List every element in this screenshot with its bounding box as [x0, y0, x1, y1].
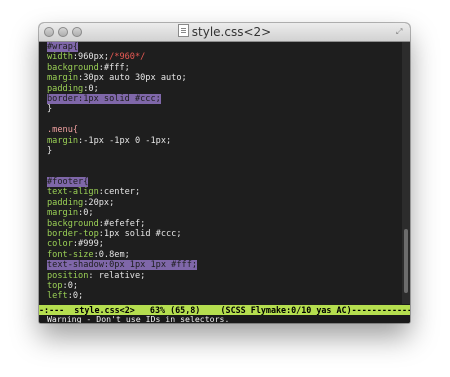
code-editor[interactable]: #wrap{width:960px;/*960*/background:#fff… [39, 42, 402, 321]
minibuffer-message: Warning - Don't use IDs in selectors. [39, 315, 410, 323]
code-token: margin [47, 73, 79, 84]
code-token: width [47, 52, 73, 63]
code-line[interactable]: position: relative; [47, 271, 402, 281]
code-line[interactable] [47, 115, 402, 125]
code-token: :1px solid #ccc; [78, 93, 161, 104]
code-token: : relative; [88, 270, 146, 281]
code-token: text-align [47, 187, 99, 198]
code-token: :#fff; [98, 62, 130, 73]
code-line[interactable]: .menu{ [47, 125, 402, 135]
code-line[interactable]: padding:0; [47, 84, 402, 94]
code-token: padding [47, 197, 84, 208]
code-token: margin [47, 135, 79, 146]
code-token: color [47, 239, 73, 250]
code-token: margin [47, 208, 79, 219]
code-token: :0; [62, 280, 79, 291]
title-bar[interactable]: style.css<2> ⤢ [39, 23, 410, 42]
code-token: border [47, 93, 79, 104]
code-line[interactable]: top:0; [47, 281, 402, 291]
code-line[interactable]: left:0; [47, 291, 402, 301]
code-token: :-1px -1px 0 -1px; [78, 135, 172, 146]
code-token: padding [47, 83, 84, 94]
code-line[interactable]: margin:-1px -1px 0 -1px; [47, 136, 402, 146]
code-token: position [47, 270, 89, 281]
code-line[interactable]: border:1px solid #ccc; [47, 93, 402, 104]
code-line[interactable]: padding:20px; [47, 198, 402, 208]
code-token: } [47, 145, 53, 156]
code-line[interactable]: } [47, 146, 402, 156]
code-line[interactable]: } [47, 104, 402, 114]
code-line[interactable]: text-align:center; [47, 187, 402, 197]
code-token: font-size [47, 249, 94, 260]
code-token: :0.8em; [93, 249, 130, 260]
code-token: :960px; [72, 52, 110, 63]
code-token: :30px auto 30px auto; [78, 73, 187, 84]
code-line[interactable]: #footer{ [47, 177, 402, 188]
code-token: { [83, 177, 89, 188]
code-token: :0; [67, 291, 84, 302]
code-token: } [47, 104, 53, 115]
code-line[interactable] [47, 167, 402, 177]
code-token: /*960*/ [109, 52, 146, 63]
code-line[interactable]: width:960px;/*960*/ [47, 52, 402, 62]
fullscreen-icon[interactable]: ⤢ [396, 27, 405, 36]
code-line[interactable]: margin:30px auto 30px auto; [47, 73, 402, 83]
code-line[interactable]: background:#efefef; [47, 219, 402, 229]
code-token: { [72, 42, 79, 52]
code-line[interactable]: #wrap{ [47, 42, 402, 52]
code-line[interactable]: margin:0; [47, 208, 402, 218]
code-token: background [47, 218, 99, 229]
code-token: :center; [98, 187, 141, 198]
window-title-area: style.css<2> [39, 24, 410, 40]
code-token: background [47, 62, 99, 73]
code-token: :1px solid #ccc; [98, 229, 182, 240]
code-token: border-top [47, 229, 99, 240]
code-line[interactable] [47, 156, 402, 166]
code-token: :#efefef; [98, 218, 146, 229]
code-token: :20px; [83, 197, 115, 208]
code-token: :0; [78, 208, 94, 219]
code-token: :0; [83, 83, 99, 94]
code-token: top [47, 280, 63, 291]
code-line[interactable]: text-shadow:0px 1px 1px #fff; [47, 260, 402, 271]
code-line[interactable]: border-top:1px solid #ccc; [47, 229, 402, 239]
document-icon [177, 24, 189, 37]
code-token: left [47, 291, 68, 302]
code-line[interactable]: background:#fff; [47, 63, 402, 73]
code-token: :#999; [72, 239, 104, 250]
code-line[interactable]: color:#999; [47, 239, 402, 249]
code-token: .menu{ [47, 125, 79, 136]
code-token: #wrap [47, 42, 73, 52]
emacs-window: style.css<2> ⤢ #wrap{width:960px;/*960*/… [39, 23, 410, 323]
code-token: #footer [47, 177, 84, 188]
window-title: style.css<2> [191, 25, 272, 39]
scrollbar[interactable] [402, 42, 410, 304]
code-token: text-shadow [47, 260, 104, 271]
code-line[interactable]: font-size:0.8em; [47, 250, 402, 260]
scrollbar-thumb[interactable] [404, 229, 408, 293]
code-token: :0px 1px 1px #fff; [103, 260, 198, 271]
